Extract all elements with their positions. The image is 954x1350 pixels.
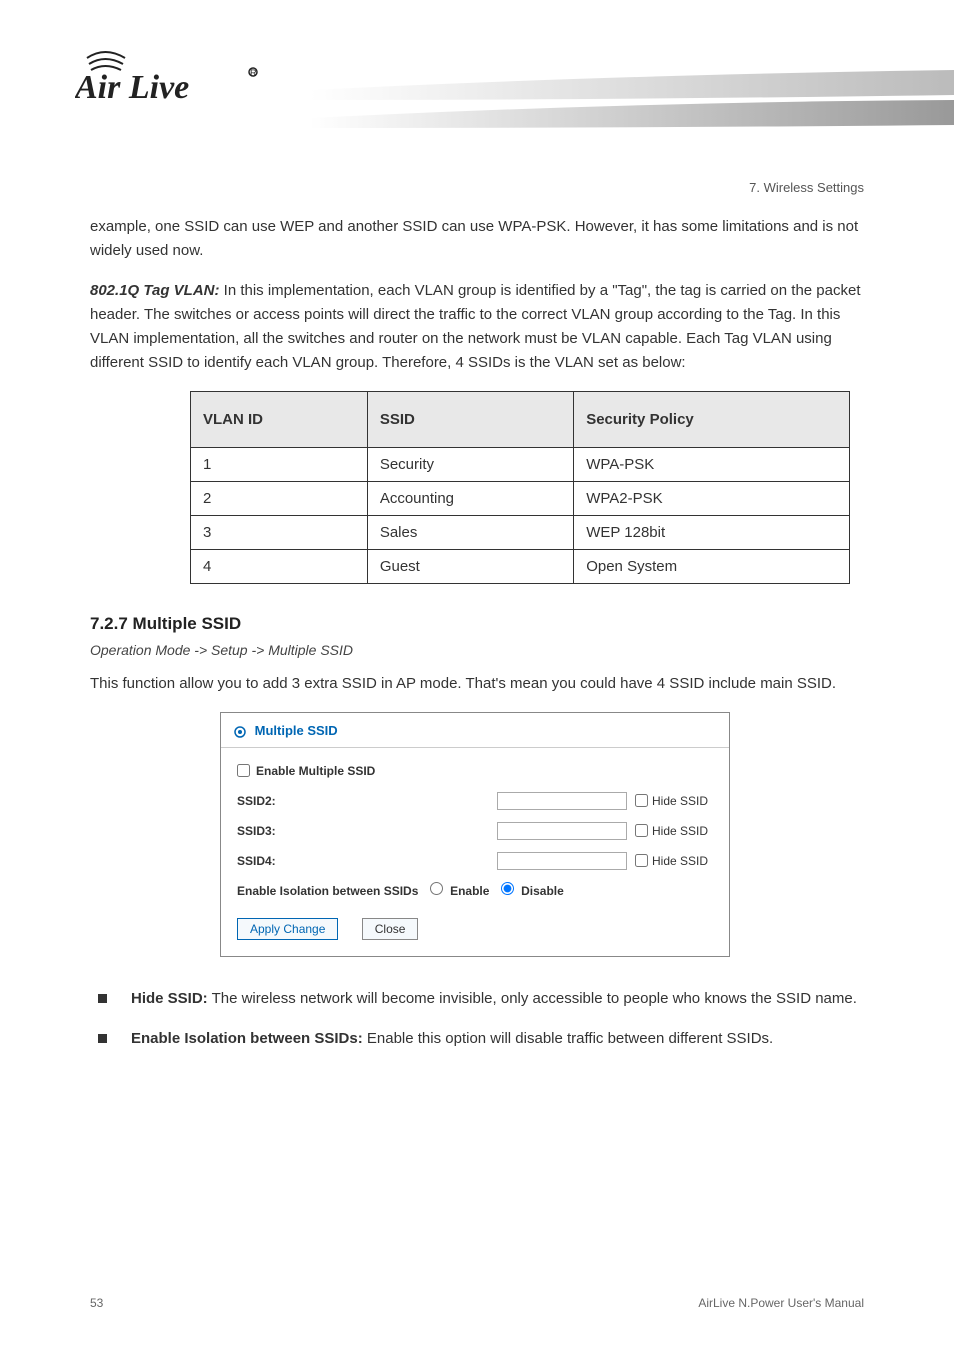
ssid2-hide-checkbox[interactable] [635,794,648,807]
subheading-path: Operation Mode -> Setup -> Multiple SSID [90,642,864,658]
isolation-disable-radio[interactable] [501,882,514,895]
airlive-logo: Air Live R [75,40,270,115]
ssid3-hide-label: Hide SSID [652,824,708,838]
header-decoration [310,70,954,150]
ssid4-row: SSID4: Hide SSID [237,852,713,870]
enable-multiple-ssid-checkbox[interactable] [237,764,250,777]
gear-icon [233,725,247,739]
bullet-hide-ssid: Hide SSID: The wireless network will bec… [90,987,864,1011]
svg-text:Air Live: Air Live [75,69,189,106]
ssid2-input[interactable] [497,792,627,810]
page-header: 7. Wireless Settings [90,180,864,195]
bullet-isolation: Enable Isolation between SSIDs: Enable t… [90,1027,864,1051]
table-row: 4 Guest Open System [191,550,850,584]
th-security: Security Policy [574,392,850,448]
th-vlanid: VLAN ID [191,392,368,448]
table-row: 2 Accounting WPA2-PSK [191,482,850,516]
ssid3-row: SSID3: Hide SSID [237,822,713,840]
isolation-row: Enable Isolation between SSIDs Enable Di… [237,882,713,898]
table-row: 1 Security WPA-PSK [191,448,850,482]
ssid4-label: SSID4: [237,854,497,868]
ssid4-input[interactable] [497,852,627,870]
table-row: 3 Sales WEP 128bit [191,516,850,550]
ssid3-hide-checkbox[interactable] [635,824,648,837]
svg-text:R: R [250,68,257,78]
ssid4-hide-checkbox[interactable] [635,854,648,867]
bullet-icon [98,994,107,1003]
footer-text: AirLive N.Power User's Manual [698,1296,864,1310]
ssid2-label: SSID2: [237,794,497,808]
paragraph-2: 802.1Q Tag VLAN: In this implementation,… [90,279,864,375]
ssid4-hide-label: Hide SSID [652,854,708,868]
th-ssid: SSID [367,392,573,448]
ssid3-input[interactable] [497,822,627,840]
enable-multiple-ssid[interactable]: Enable Multiple SSID [237,764,713,778]
ssid3-label: SSID3: [237,824,497,838]
close-button[interactable]: Close [362,918,419,940]
isolation-enable-radio[interactable] [430,882,443,895]
apply-change-button[interactable]: Apply Change [237,918,338,940]
para2-prefix: 802.1Q Tag VLAN: [90,282,219,299]
section-heading: 7.2.7 Multiple SSID [90,614,864,634]
bullet-icon [98,1034,107,1043]
page-number: 53 [90,1296,103,1310]
paragraph-3: This function allow you to add 3 extra S… [90,672,864,696]
vlan-table: VLAN ID SSID Security Policy 1 Security … [190,391,850,584]
ssid2-row: SSID2: Hide SSID [237,792,713,810]
panel-title: Multiple SSID [221,713,729,748]
page-footer: 53 AirLive N.Power User's Manual [90,1296,864,1310]
multiple-ssid-panel: Multiple SSID Enable Multiple SSID SSID2… [220,712,730,957]
paragraph-1: example, one SSID can use WEP and anothe… [90,215,864,263]
ssid2-hide-label: Hide SSID [652,794,708,808]
